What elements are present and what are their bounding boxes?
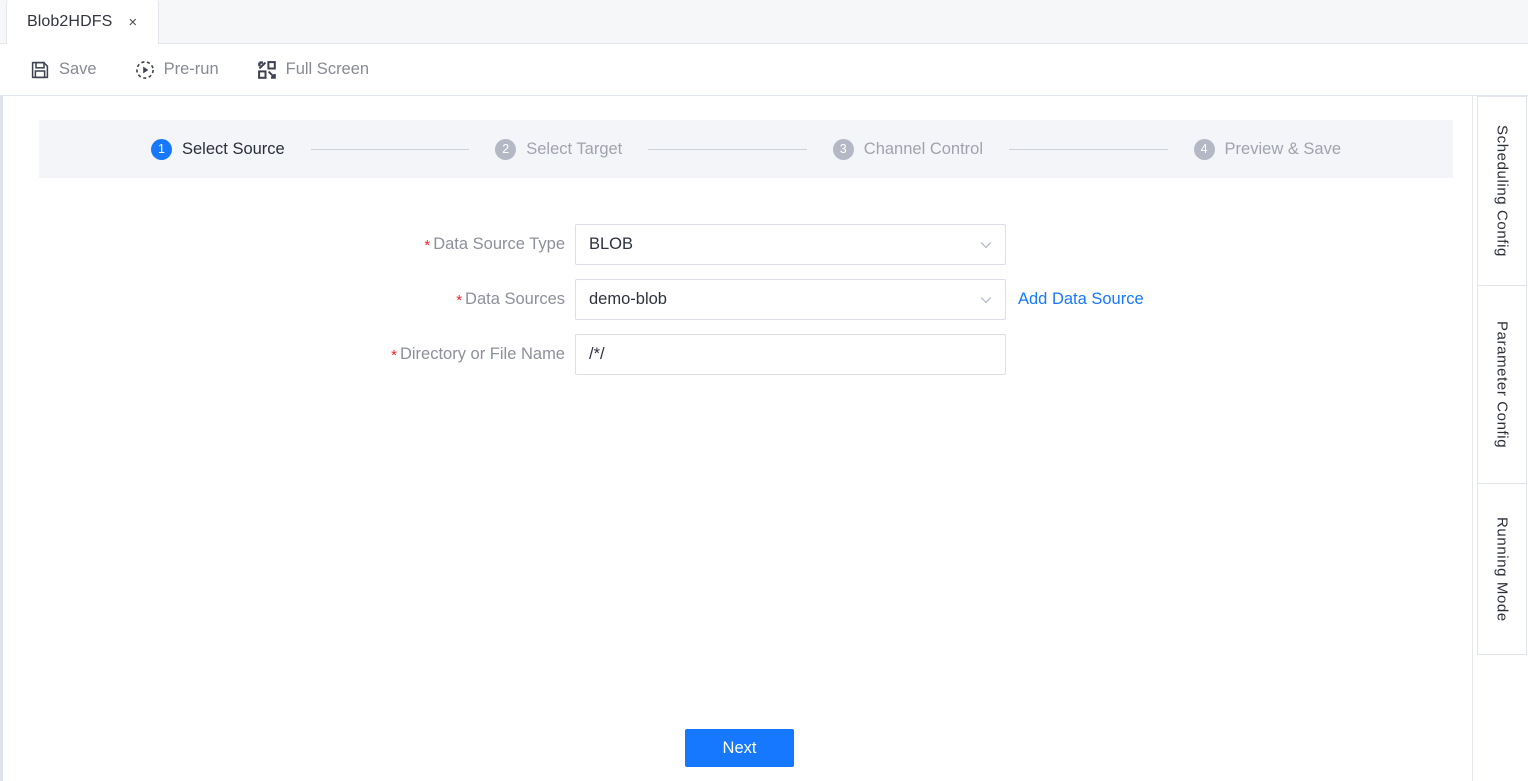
data-sources-select[interactable]: demo-blob bbox=[575, 279, 1006, 320]
chevron-down-icon bbox=[979, 238, 993, 252]
data-sources-label-wrap: * Data Sources bbox=[3, 279, 575, 320]
save-icon bbox=[30, 60, 50, 80]
data-source-type-select[interactable]: BLOB bbox=[575, 224, 1006, 265]
step-connector bbox=[310, 148, 470, 150]
side-tab-parameter-config[interactable]: Parameter Config bbox=[1477, 285, 1527, 483]
side-tab-label: Parameter Config bbox=[1493, 320, 1511, 449]
side-tab-scheduling-config[interactable]: Scheduling Config bbox=[1477, 96, 1527, 285]
directory-or-file-name-label: Directory or File Name bbox=[399, 345, 565, 363]
tab-strip: Blob2HDFS × bbox=[0, 0, 1528, 44]
step-channel-control[interactable]: 3 Channel Control bbox=[832, 138, 984, 160]
data-source-type-label-wrap: * Data Source Type bbox=[3, 224, 575, 265]
pre-run-label: Pre-run bbox=[163, 60, 219, 78]
step-label: Preview & Save bbox=[1224, 139, 1342, 158]
add-data-source-link[interactable]: Add Data Source bbox=[1018, 279, 1144, 320]
data-sources-value: demo-blob bbox=[589, 290, 667, 308]
step-select-source[interactable]: 1 Select Source bbox=[151, 138, 285, 160]
main-content: 1 Select Source 2 Select Target 3 Channe… bbox=[0, 96, 1473, 781]
side-tab-label: Scheduling Config bbox=[1493, 125, 1511, 257]
step-number: 3 bbox=[832, 138, 854, 160]
directory-or-file-name-value: /*/ bbox=[589, 345, 605, 363]
toolbar: Save Pre-run Full Screen bbox=[0, 44, 1528, 96]
step-label: Select Source bbox=[182, 139, 285, 158]
required-asterisk: * bbox=[456, 292, 463, 309]
directory-or-file-name-input[interactable]: /*/ bbox=[575, 334, 1006, 375]
directory-or-file-name-label-wrap: * Directory or File Name bbox=[3, 334, 575, 375]
data-sources-label: Data Sources bbox=[465, 290, 565, 308]
step-select-target[interactable]: 2 Select Target bbox=[495, 138, 623, 160]
step-preview-and-save[interactable]: 4 Preview & Save bbox=[1193, 138, 1342, 160]
full-screen-icon bbox=[257, 60, 277, 80]
data-source-type-label: Data Source Type bbox=[433, 235, 565, 253]
step-label: Select Target bbox=[526, 139, 623, 158]
save-button[interactable]: Save bbox=[30, 55, 97, 85]
step-label: Channel Control bbox=[863, 139, 984, 158]
save-label: Save bbox=[59, 60, 97, 78]
required-asterisk: * bbox=[424, 237, 431, 254]
close-icon[interactable]: × bbox=[125, 13, 140, 32]
full-screen-label: Full Screen bbox=[285, 60, 370, 78]
tab-title: Blob2HDFS bbox=[27, 13, 113, 30]
step-number: 4 bbox=[1193, 138, 1215, 160]
required-asterisk: * bbox=[391, 347, 397, 364]
next-button[interactable]: Next bbox=[685, 729, 794, 767]
field-row-data-sources: * Data Sources demo-blob Add Data Source bbox=[3, 279, 1476, 320]
step-number: 2 bbox=[495, 138, 517, 160]
step-connector bbox=[648, 148, 807, 150]
prerun-play-icon bbox=[135, 60, 155, 80]
step-number: 1 bbox=[151, 138, 172, 160]
step-connector bbox=[1009, 148, 1168, 150]
right-panel-tabs: Scheduling Config Parameter Config Runni… bbox=[1477, 96, 1527, 655]
source-config-form: *Data Source Type BLOB *Data Sources d bbox=[3, 224, 1476, 389]
side-tab-label: Running Mode bbox=[1493, 516, 1511, 622]
footer-actions: Next bbox=[3, 729, 1476, 767]
data-source-type-value: BLOB bbox=[589, 235, 634, 253]
field-row-directory-or-file-name: * Directory or File Name /*/ bbox=[3, 334, 1476, 375]
pre-run-button[interactable]: Pre-run bbox=[135, 55, 219, 85]
chevron-down-icon bbox=[979, 293, 993, 307]
side-tab-running-mode[interactable]: Running Mode bbox=[1477, 483, 1527, 655]
field-row-data-source-type: * Data Source Type BLOB bbox=[3, 224, 1476, 265]
data-integration-task-editor: Blob2HDFS × Save Pre-run Full Screen 1 S… bbox=[0, 0, 1528, 781]
tab-blob2hdfs[interactable]: Blob2HDFS × bbox=[6, 0, 160, 44]
step-indicator: 1 Select Source 2 Select Target 3 Channe… bbox=[39, 120, 1453, 178]
full-screen-button[interactable]: Full Screen bbox=[257, 55, 369, 85]
